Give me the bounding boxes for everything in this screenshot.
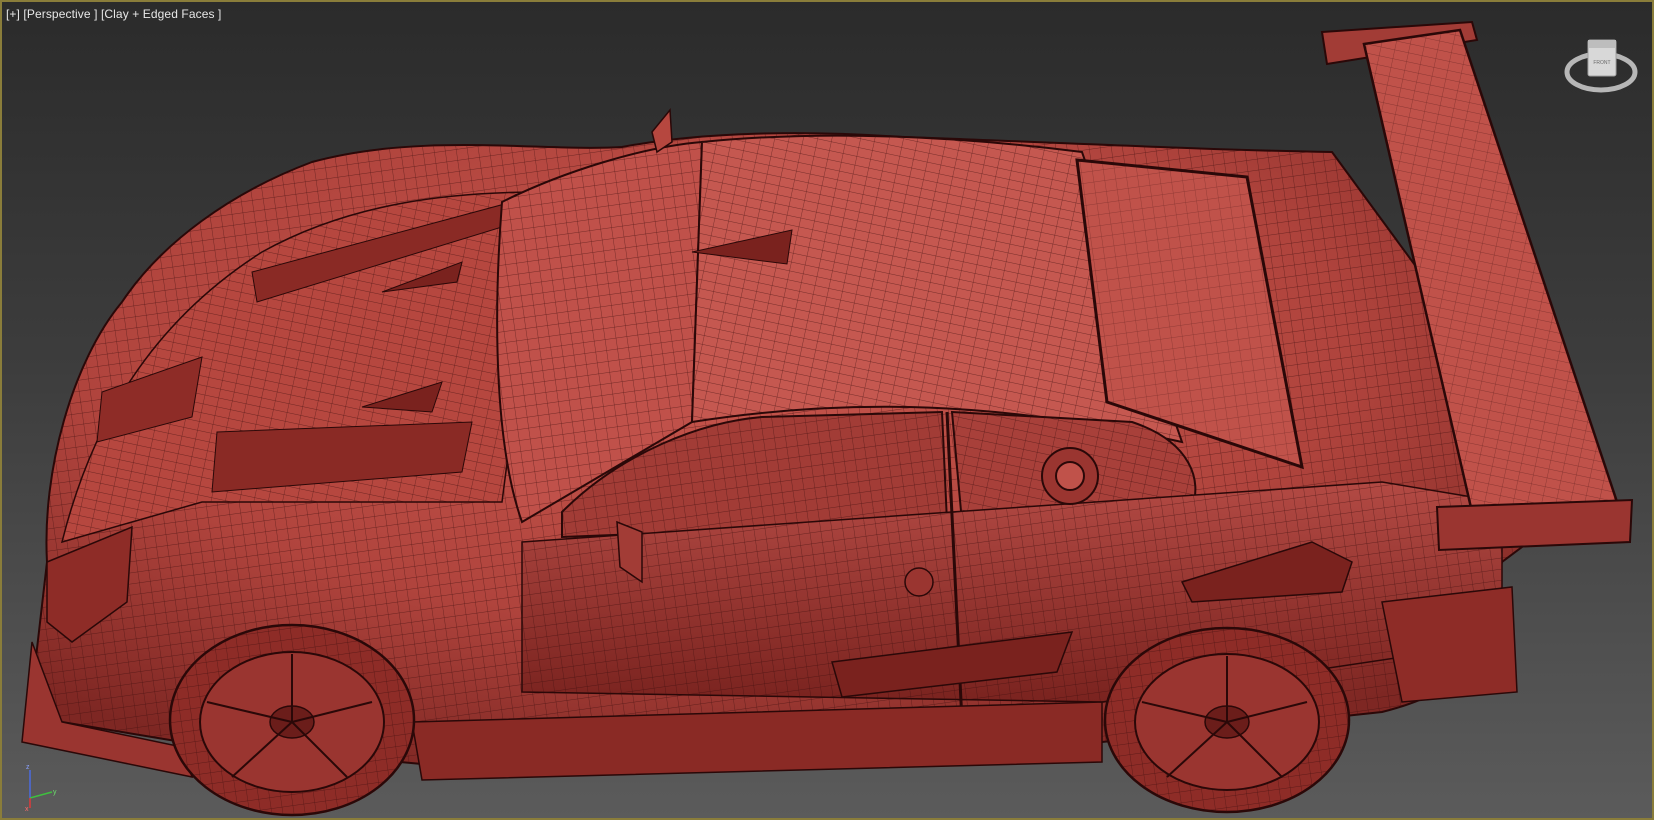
viewport-shading-button[interactable]: [Clay + Edged Faces ] [101, 7, 222, 21]
axis-z-label: z [26, 764, 30, 771]
viewcube-face-label: FRONT [1593, 60, 1610, 66]
car-mesh-render[interactable] [2, 2, 1652, 818]
viewport-view-button[interactable]: [Perspective ] [23, 7, 97, 21]
axis-x-label: x [25, 806, 29, 812]
rear-wheel[interactable] [1103, 626, 1351, 814]
front-wheel[interactable] [168, 623, 416, 817]
rear-bumper [1381, 586, 1518, 703]
axis-y-label: y [53, 789, 57, 796]
perspective-viewport[interactable]: [+] [Perspective ] [Clay + Edged Faces ]… [0, 0, 1654, 820]
viewcube[interactable]: FRONT [1560, 32, 1650, 104]
viewport-menu-button[interactable]: [+] [6, 7, 20, 21]
viewport-label: [+] [Perspective ] [Clay + Edged Faces ] [6, 7, 221, 21]
axis-tripod: z y x [25, 764, 57, 812]
